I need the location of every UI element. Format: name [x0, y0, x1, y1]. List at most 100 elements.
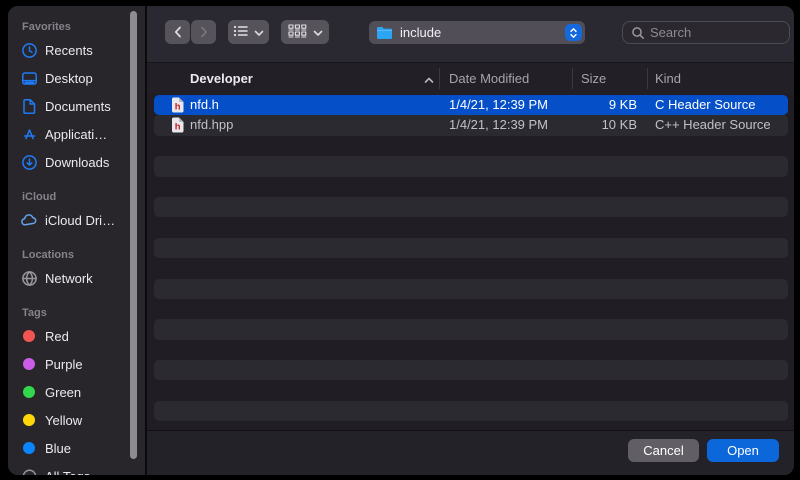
search-placeholder: Search — [650, 25, 691, 40]
file-row-nfd-h[interactable]: hnfd.h1/4/21, 12:39 PM9 KBC Header Sourc… — [154, 95, 788, 115]
empty-row — [154, 360, 788, 380]
sidebar-section-label-favorites: Favorites — [8, 18, 145, 36]
desktop-icon — [20, 69, 38, 87]
open-button[interactable]: Open — [707, 439, 779, 462]
file-row-nfd-hpp[interactable]: hnfd.hpp1/4/21, 12:39 PM10 KBC++ Header … — [154, 115, 788, 135]
svg-text:h: h — [175, 101, 181, 112]
tag-dot — [20, 327, 38, 345]
empty-row — [154, 421, 788, 430]
sidebar-item-label: Downloads — [45, 155, 109, 170]
empty-row — [154, 299, 788, 319]
file-list: Developer Date Modified Size Kind hnfd.h… — [147, 63, 794, 430]
sidebar-item-purple[interactable]: Purple — [8, 350, 145, 378]
file-size: 9 KB — [534, 95, 637, 115]
back-button[interactable] — [165, 20, 190, 44]
sidebar-item-applicati[interactable]: Applicati… — [8, 120, 145, 148]
empty-row — [154, 319, 788, 339]
chevron-down-icon — [313, 25, 323, 40]
empty-row — [154, 156, 788, 176]
empty-row — [154, 258, 788, 278]
globe-icon — [20, 269, 38, 287]
empty-row — [154, 340, 788, 360]
sidebar-item-label: iCloud Dri… — [45, 213, 115, 228]
empty-row — [154, 380, 788, 400]
sidebar-item-blue[interactable]: Blue — [8, 434, 145, 462]
sidebar-item-label: Applicati… — [45, 127, 107, 142]
sidebar-section-label-tags: Tags — [8, 304, 145, 322]
sidebar-item-label: Network — [45, 271, 93, 286]
sidebar-item-label: Red — [45, 329, 69, 344]
folder-select-dropdown[interactable]: include — [369, 21, 585, 44]
file-size: 10 KB — [534, 115, 637, 135]
toolbar: include Search — [147, 6, 794, 63]
dialog-footer: Cancel Open — [147, 430, 794, 475]
main-pane: include Search Developer Date Modified S… — [147, 6, 794, 475]
sidebar-item-label: Yellow — [45, 413, 82, 428]
forward-button[interactable] — [191, 20, 216, 44]
tag-dot — [20, 383, 38, 401]
document-icon — [20, 97, 38, 115]
sidebar-section-label-locations: Locations — [8, 246, 145, 264]
sidebar-item-downloads[interactable]: Downloads — [8, 148, 145, 176]
sidebar-item-label: All Tags — [45, 469, 90, 476]
column-header-date-modified[interactable]: Date Modified — [449, 63, 529, 94]
sidebar-item-yellow[interactable]: Yellow — [8, 406, 145, 434]
svg-text:h: h — [175, 122, 181, 133]
list-view-icon — [233, 24, 249, 41]
list-view-button[interactable] — [228, 20, 269, 44]
app-store-icon — [20, 125, 38, 143]
sidebar-item-label: Documents — [45, 99, 111, 114]
column-divider[interactable] — [439, 68, 440, 89]
dropdown-stepper-icon — [565, 24, 582, 41]
chevron-down-icon — [254, 25, 264, 40]
empty-row — [154, 177, 788, 197]
sidebar-item-icloud-dri[interactable]: iCloud Dri… — [8, 206, 145, 234]
tag-dot — [20, 355, 38, 373]
empty-row — [154, 401, 788, 421]
icon-view-button[interactable] — [281, 20, 329, 44]
column-header-developer[interactable]: Developer — [190, 63, 253, 94]
tag-dot — [20, 439, 38, 457]
sidebar-item-label: Blue — [45, 441, 71, 456]
sidebar-item-label: Green — [45, 385, 81, 400]
column-header-size[interactable]: Size — [581, 63, 606, 94]
all-tags-circle-icon — [20, 467, 38, 475]
sort-ascending-icon — [423, 72, 435, 90]
file-name: nfd.h — [190, 95, 219, 115]
sidebar-item-documents[interactable]: Documents — [8, 92, 145, 120]
sidebar-section-label-icloud: iCloud — [8, 188, 145, 206]
search-input[interactable]: Search — [622, 21, 790, 44]
sidebar-scrollbar[interactable] — [130, 11, 137, 459]
sidebar-item-red[interactable]: Red — [8, 322, 145, 350]
file-kind: C Header Source — [655, 95, 755, 115]
list-header: Developer Date Modified Size Kind — [147, 63, 794, 94]
sidebar-item-network[interactable]: Network — [8, 264, 145, 292]
cancel-button[interactable]: Cancel — [628, 439, 699, 462]
sidebar: Favorites Recents Desktop Documents Applicat… — [8, 6, 145, 475]
sidebar-item-green[interactable]: Green — [8, 378, 145, 406]
sidebar-item-all-tags[interactable]: All Tags — [8, 462, 145, 475]
icon-view-icon — [288, 24, 307, 41]
sidebar-item-label: Desktop — [45, 71, 93, 86]
empty-row — [154, 279, 788, 299]
sidebar-item-label: Purple — [45, 357, 83, 372]
sidebar-content: Favorites Recents Desktop Documents Applicat… — [8, 18, 145, 475]
column-divider[interactable] — [647, 68, 648, 89]
empty-row — [154, 136, 788, 156]
open-file-dialog: Favorites Recents Desktop Documents Applicat… — [8, 6, 794, 475]
sidebar-item-desktop[interactable]: Desktop — [8, 64, 145, 92]
empty-row — [154, 238, 788, 258]
download-circle-icon — [20, 153, 38, 171]
search-icon — [631, 26, 645, 40]
column-header-kind[interactable]: Kind — [655, 63, 681, 94]
sidebar-item-label: Recents — [45, 43, 93, 58]
column-divider[interactable] — [572, 68, 573, 89]
tag-dot — [20, 411, 38, 429]
empty-row — [154, 217, 788, 237]
file-kind: C++ Header Source — [655, 115, 771, 135]
empty-row — [154, 197, 788, 217]
folder-select-value: include — [400, 25, 441, 40]
folder-icon — [376, 26, 393, 40]
sidebar-item-recents[interactable]: Recents — [8, 36, 145, 64]
clock-icon — [20, 41, 38, 59]
